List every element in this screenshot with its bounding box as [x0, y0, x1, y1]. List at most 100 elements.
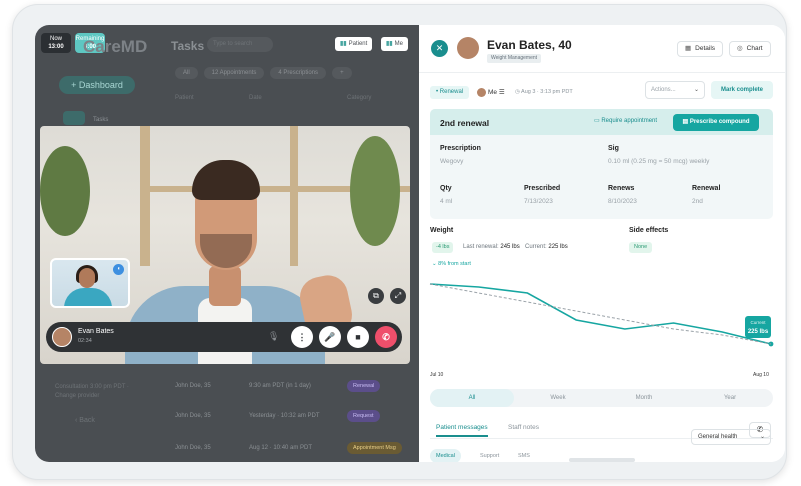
call-duration: 02:34	[78, 338, 92, 344]
status-badge: Renewal	[347, 380, 381, 392]
range-year[interactable]: Year	[688, 389, 772, 407]
avatar	[52, 327, 72, 347]
plant	[350, 136, 400, 246]
plant	[40, 146, 90, 236]
details-button[interactable]: ▦ Details	[677, 41, 724, 57]
tasks-search-input[interactable]: Type to search	[207, 37, 273, 52]
self-view[interactable]: ◖	[50, 258, 130, 308]
end-call-button[interactable]: ✆	[375, 326, 397, 348]
renews-label: Renews	[608, 185, 635, 192]
last-renewal-weight: Last renewal: 245 lbs	[463, 244, 520, 250]
appointment-time: ◷ Aug 3 · 3:13 pm PDT	[515, 89, 573, 95]
qty-value: 4 ml	[440, 198, 453, 205]
x-tick-label: Aug 10	[753, 372, 769, 378]
require-appointment-button[interactable]: ▭ Require appointment	[594, 117, 657, 124]
dashboard-background: Now 13:00 Remaining 3:00 CareMD + Dashboar…	[35, 25, 419, 462]
clock-badge: Now 13:00	[41, 33, 71, 53]
status-badge: Request	[347, 410, 380, 422]
task-filters: All 12 Appointments 4 Prescriptions +	[175, 67, 352, 79]
avatar	[477, 87, 486, 97]
filter-chip[interactable]: 12 Appointments	[203, 67, 265, 79]
shelf	[290, 126, 298, 266]
col-category: Category	[347, 95, 372, 101]
tasks-title: Tasks	[171, 39, 205, 53]
calendar-icon: ▭	[594, 118, 600, 124]
sig-value: 0.10 ml (0.25 mg = 50 mcg) weekly	[608, 158, 710, 165]
chart-button[interactable]: ◎ Chart	[729, 41, 771, 57]
tab-patient-messages[interactable]: Patient messages	[436, 424, 488, 437]
filter-chip[interactable]: All	[175, 67, 198, 79]
callout-label: Current	[750, 320, 766, 325]
chart-icon: ◎	[737, 45, 743, 52]
task-column-headers: Patient Date Category	[175, 95, 415, 101]
weight-change-badge: -4 lbs	[432, 242, 454, 253]
app-logo: CareMD	[83, 37, 148, 56]
prescription-label: Prescription	[440, 145, 481, 152]
weight-trend: ⌄ 8% from start	[432, 261, 471, 267]
range-week[interactable]: Week	[516, 389, 600, 407]
patient-filter-button[interactable]: ▮▮ Patient	[335, 37, 373, 51]
close-button[interactable]: ✕	[431, 40, 448, 57]
category-sms[interactable]: SMS	[512, 449, 536, 462]
tab-staff-notes[interactable]: Staff notes	[508, 424, 539, 431]
prescribed-value: 7/13/2023	[524, 198, 553, 205]
trend-line	[429, 283, 772, 345]
chevron-down-icon: ⌄	[693, 87, 699, 93]
side-effects-badge: None	[629, 242, 653, 253]
side-effects-label: Side effects	[629, 227, 669, 234]
actions-select[interactable]: Actions... ⌄	[645, 81, 705, 99]
callout-value: 225 lbs	[748, 329, 769, 335]
dashboard-button[interactable]: + Dashboard	[59, 76, 135, 94]
back-link[interactable]: ‹ Back	[75, 417, 95, 424]
range-selector: All Week Month Year	[430, 389, 773, 407]
topic-select[interactable]: General health ⌄	[691, 429, 771, 445]
video-call-window: ◖ ⧉ ⤢ Evan Bates 02:34 🎙 ⋮ 🎤 ■ ✆	[40, 126, 410, 364]
col-patient: Patient	[175, 95, 194, 101]
pip-icon[interactable]: ⧉	[368, 288, 384, 304]
avatar	[457, 37, 479, 59]
chevron-down-icon: ⌄	[759, 434, 765, 440]
mark-complete-button[interactable]: Mark complete	[711, 81, 773, 99]
screen: Now 13:00 Remaining 3:00 CareMD + Dashboar…	[35, 25, 785, 462]
weight-chart: Current 225 lbs	[429, 283, 774, 347]
range-month[interactable]: Month	[602, 389, 686, 407]
weight-label: Weight	[430, 227, 454, 234]
category-medical[interactable]: Medical	[430, 449, 461, 462]
renewal-chip: • Renewal	[430, 86, 470, 99]
table-row[interactable]: John Doe, 35 Aug 12 · 10:40 am PDT Appoi…	[175, 441, 415, 455]
range-all[interactable]: All	[430, 389, 514, 407]
me-filter-button[interactable]: ▮▮ Me	[381, 37, 408, 51]
sidebar-item-tasks[interactable]	[63, 111, 85, 125]
current-weight: Current: 225 lbs	[525, 244, 568, 250]
mic-status-icon: 🎙	[268, 331, 280, 341]
sig-label: Sig	[608, 145, 619, 152]
table-row[interactable]: John Doe, 35 9:30 am PDT (in 1 day) Rene…	[175, 379, 415, 393]
filter-chip[interactable]: +	[332, 67, 352, 79]
document-icon: ▤	[682, 119, 689, 125]
mute-button[interactable]: 🎤	[319, 326, 341, 348]
sidebar-item-label: Tasks	[93, 117, 109, 123]
qty-label: Qty	[440, 185, 452, 192]
x-tick-label: Jul 10	[430, 372, 444, 378]
camera-button[interactable]: ■	[347, 326, 369, 348]
renews-value: 8/10/2023	[608, 198, 637, 205]
prescription-value: Wegovy	[440, 158, 464, 165]
details-icon: ▦	[685, 45, 692, 52]
more-options-button[interactable]: ⋮	[291, 326, 313, 348]
program-tag: Weight Management	[487, 54, 542, 63]
bars-icon: ▮▮	[340, 41, 347, 47]
fullscreen-icon[interactable]: ⤢	[390, 288, 406, 304]
assignee-chip[interactable]: Me ☰	[477, 86, 505, 99]
filter-chip[interactable]: 4 Prescriptions	[270, 67, 327, 79]
bars-icon: ▮▮	[386, 41, 393, 47]
divider	[419, 72, 785, 73]
call-control-bar: Evan Bates 02:34 🎙 ⋮ 🎤 ■ ✆	[46, 322, 402, 352]
category-support[interactable]: Support	[474, 449, 505, 462]
prescribed-label: Prescribed	[524, 185, 561, 192]
consultation-note: Consultation 3:00 pm PDT · Change provid…	[55, 384, 129, 399]
prescribe-compound-button[interactable]: ▤ Prescribe compound	[673, 114, 759, 131]
renewal-card: 2nd renewal ▭ Require appointment ▤ Pres…	[430, 109, 773, 219]
renewal-value: 2nd	[692, 198, 703, 205]
audio-level-icon: ◖	[113, 264, 124, 275]
table-row[interactable]: John Doe, 35 Yesterday · 10:32 am PDT Re…	[175, 409, 415, 423]
